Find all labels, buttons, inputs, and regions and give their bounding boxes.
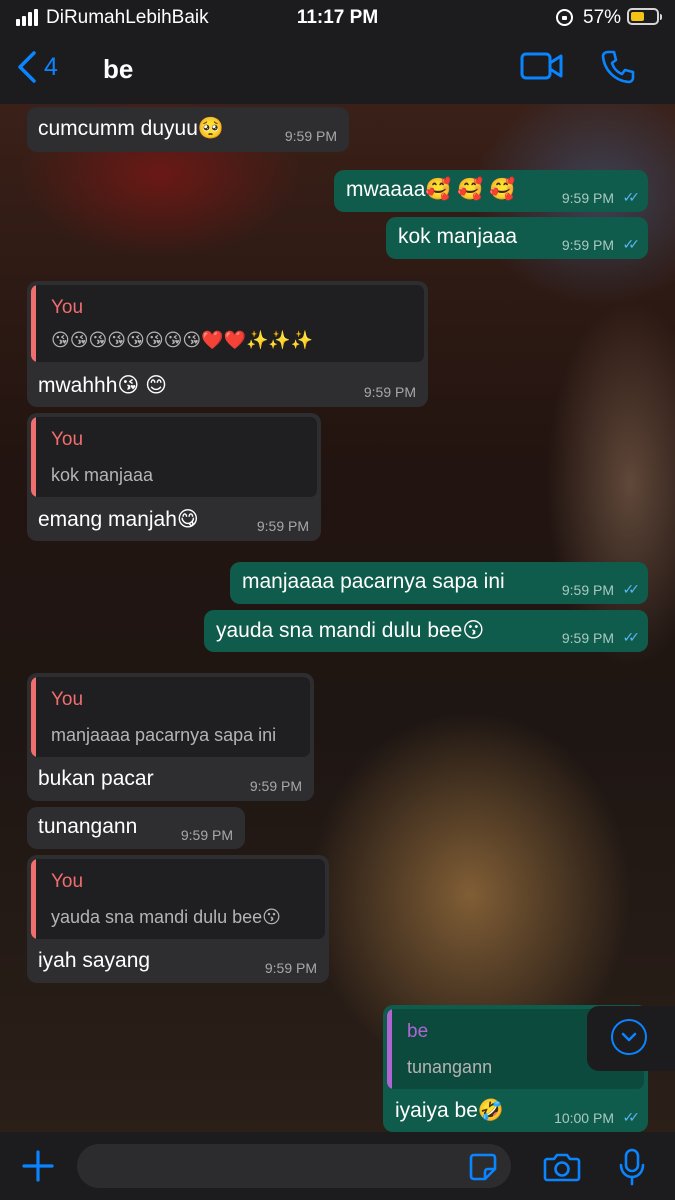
message-time: 9:59 PM [284, 128, 337, 144]
message-bubble[interactable]: cumcumm duyuu🥺 9:59 PM [27, 107, 349, 152]
message-text: mwaaaa🥰 🥰 🥰 [346, 178, 516, 201]
back-button[interactable]: 4 [16, 50, 58, 84]
reply-author: You [51, 689, 84, 710]
message-time: 9:59 PM [561, 630, 614, 646]
sticker-button[interactable] [468, 1152, 498, 1187]
attach-button[interactable] [22, 1150, 54, 1187]
reply-accent-bar [31, 285, 36, 362]
message-bubble[interactable]: You kok manjaaa emang manjah😋 9:59 PM [27, 413, 321, 541]
reply-text: 😘😘😘😘😘😘😘😘❤️❤️✨✨✨ [51, 330, 314, 350]
message-time: 9:59 PM [561, 582, 614, 598]
voice-call-button[interactable] [600, 49, 636, 90]
read-receipt-icon: ✓✓ [622, 629, 641, 645]
phone-icon [601, 50, 635, 84]
message-time: 9:59 PM [264, 960, 317, 976]
video-call-button[interactable] [520, 50, 564, 87]
voice-message-button[interactable] [618, 1148, 646, 1191]
unread-count: 4 [44, 52, 58, 81]
message-bubble[interactable]: You yauda sna mandi dulu bee😗 iyah sayan… [27, 855, 329, 983]
reply-author: You [51, 297, 84, 318]
chevron-down-icon [611, 1019, 647, 1055]
message-time: 10:00 PM [554, 1110, 614, 1126]
camera-icon [543, 1153, 581, 1182]
message-bubble[interactable]: manjaaaa pacarnya sapa ini 9:59 PM ✓✓ [230, 562, 648, 604]
message-input[interactable] [77, 1144, 511, 1188]
reply-author: be [407, 1021, 429, 1042]
chat-header: 4 be [0, 36, 675, 104]
reply-preview[interactable]: You 😘😘😘😘😘😘😘😘❤️❤️✨✨✨ [31, 285, 424, 362]
camera-button[interactable] [543, 1152, 581, 1187]
message-time: 9:59 PM [363, 384, 416, 400]
scroll-to-bottom-button[interactable] [587, 1006, 675, 1071]
message-text: yauda sna mandi dulu bee😗 [216, 619, 485, 642]
message-time: 9:59 PM [256, 518, 309, 534]
microphone-icon [619, 1148, 645, 1186]
message-bubble[interactable]: You 😘😘😘😘😘😘😘😘❤️❤️✨✨✨ mwahhh😘 😊 9:59 PM [27, 281, 428, 407]
video-call-icon [520, 52, 563, 80]
contact-name[interactable]: be [103, 54, 133, 85]
message-text: kok manjaaa [398, 225, 518, 248]
chevron-left-icon [18, 51, 36, 83]
reply-text: kok manjaaa [51, 465, 154, 485]
message-time: 9:59 PM [561, 237, 614, 253]
plus-icon [22, 1150, 54, 1182]
status-time: 11:17 PM [296, 7, 379, 28]
message-time: 9:59 PM [180, 827, 233, 843]
message-text: bukan pacar [38, 767, 154, 790]
message-text: iyaiya be🤣 [395, 1099, 505, 1122]
chat-area[interactable]: cumcumm duyuu🥺 9:59 PM mwaaaa🥰 🥰 🥰 9:59 … [0, 104, 675, 1132]
reply-author: You [51, 429, 84, 450]
battery-icon [627, 8, 662, 25]
reply-accent-bar [31, 677, 36, 757]
sticker-icon [469, 1153, 497, 1181]
reply-preview[interactable]: You yauda sna mandi dulu bee😗 [31, 859, 325, 939]
status-bar: DiRumahLebihBaik 11:17 PM 57% [0, 0, 675, 36]
message-time: 9:59 PM [249, 778, 302, 794]
message-text: cumcumm duyuu🥺 [38, 117, 225, 140]
message-bubble[interactable]: yauda sna mandi dulu bee😗 9:59 PM ✓✓ [204, 610, 648, 652]
reply-text: yauda sna mandi dulu bee😗 [51, 907, 281, 927]
message-text: emang manjah😋 [38, 508, 199, 531]
reply-accent-bar [31, 417, 36, 497]
orientation-lock-icon [556, 9, 573, 26]
reply-author: You [51, 871, 84, 892]
read-receipt-icon: ✓✓ [622, 236, 641, 252]
reply-accent-bar [31, 859, 36, 939]
reply-text: manjaaaa pacarnya sapa ini [51, 725, 277, 745]
message-text: iyah sayang [38, 949, 151, 972]
message-text: tunangann [38, 815, 138, 838]
message-bubble[interactable]: You manjaaaa pacarnya sapa ini bukan pac… [27, 673, 314, 801]
input-bar [0, 1132, 675, 1200]
message-bubble[interactable]: kok manjaaa 9:59 PM ✓✓ [386, 217, 648, 259]
message-bubble[interactable]: mwaaaa🥰 🥰 🥰 9:59 PM ✓✓ [334, 170, 648, 212]
message-time: 9:59 PM [561, 190, 614, 206]
message-text: manjaaaa pacarnya sapa ini [242, 570, 505, 593]
read-receipt-icon: ✓✓ [622, 1109, 641, 1125]
reply-preview[interactable]: You manjaaaa pacarnya sapa ini [31, 677, 310, 757]
reply-text: tunangann [407, 1057, 493, 1077]
message-bubble[interactable]: tunangann 9:59 PM [27, 807, 245, 849]
reply-preview[interactable]: You kok manjaaa [31, 417, 317, 497]
battery-percent: 57% [583, 7, 622, 28]
read-receipt-icon: ✓✓ [622, 581, 641, 597]
read-receipt-icon: ✓✓ [622, 189, 641, 205]
reply-accent-bar [387, 1009, 392, 1089]
message-text: mwahhh😘 😊 [38, 374, 167, 397]
